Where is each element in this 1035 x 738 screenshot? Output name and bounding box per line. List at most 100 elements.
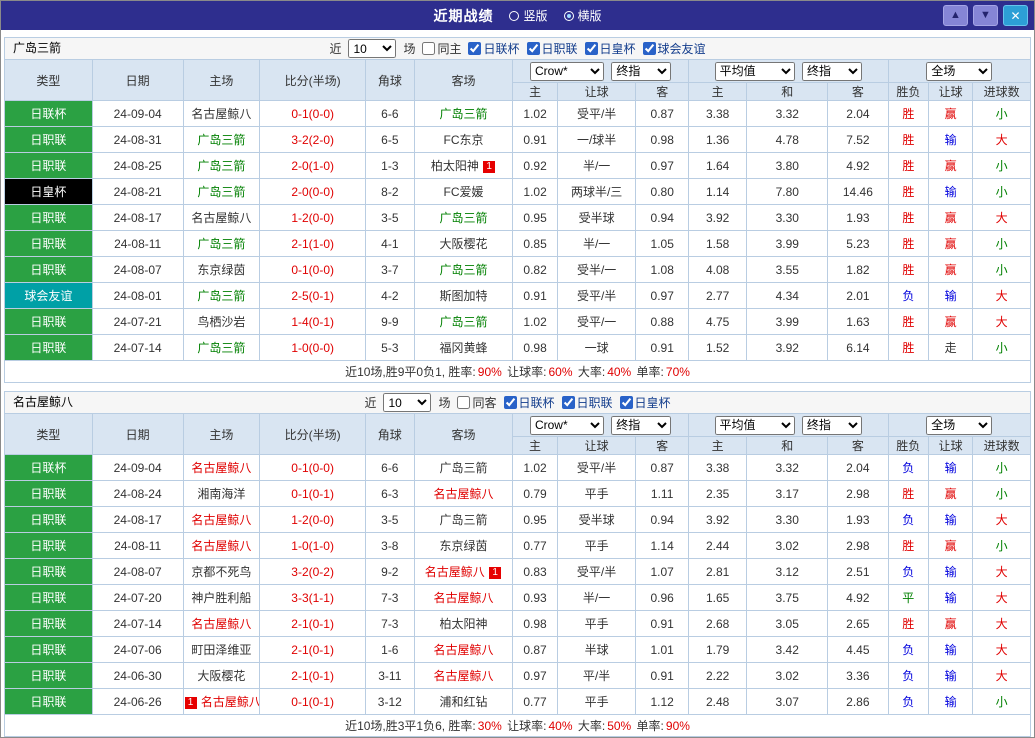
- euro-away-odds: 2.51: [827, 558, 889, 585]
- match-date: 24-08-11: [91, 532, 184, 559]
- asia-time-select[interactable]: 终指: [611, 61, 672, 81]
- euro-time-select[interactable]: 终指: [801, 61, 862, 81]
- away-team-name[interactable]: 名古屋鲸八: [433, 669, 493, 683]
- away-team-name[interactable]: 名古屋鲸八: [425, 565, 485, 579]
- home-team-name[interactable]: 名古屋鲸八: [191, 513, 251, 527]
- league-filter[interactable]: 日皇杯: [584, 40, 636, 57]
- home-team-name[interactable]: 广岛三箭: [197, 341, 245, 355]
- away-team-name[interactable]: 广岛三箭: [439, 461, 487, 475]
- euro-away-odds: 2.04: [827, 454, 889, 481]
- result-cell: 胜: [887, 334, 930, 361]
- home-team-name[interactable]: 广岛三箭: [197, 289, 245, 303]
- match-date: 24-06-30: [91, 662, 184, 689]
- home-team-name[interactable]: 鸟栖沙岩: [197, 315, 245, 329]
- home-team-name[interactable]: 广岛三箭: [197, 237, 245, 251]
- away-team-name[interactable]: 广岛三箭: [439, 513, 487, 527]
- away-team-name[interactable]: 斯图加特: [439, 289, 487, 303]
- league-filter-checkbox[interactable]: [503, 396, 517, 409]
- move-up-button[interactable]: ▲: [943, 5, 968, 26]
- home-team-name[interactable]: 名古屋鲸八: [191, 617, 251, 631]
- away-team-cell: FC爱媛: [413, 178, 514, 205]
- away-team-name[interactable]: 柏太阳神: [439, 617, 487, 631]
- home-team-cell: 大阪樱花: [182, 662, 261, 689]
- league-filter-checkbox[interactable]: [619, 396, 633, 409]
- away-team-name[interactable]: 广岛三箭: [439, 263, 487, 277]
- summary-text: 近10场,胜9平0负1, 胜率: 90% 让球率: 60% 大率: 40% 单率: 70…: [4, 360, 1031, 383]
- away-team-name[interactable]: 大阪樱花: [439, 237, 487, 251]
- home-team-name[interactable]: 广岛三箭: [197, 159, 245, 173]
- home-team-name[interactable]: 神户胜利船: [191, 591, 251, 605]
- home-team-name[interactable]: 名古屋鲸八: [201, 695, 259, 709]
- away-team-name[interactable]: 广岛三箭: [439, 315, 487, 329]
- home-team-name[interactable]: 湘南海洋: [197, 487, 245, 501]
- close-button[interactable]: ✕: [1003, 5, 1028, 26]
- league-filter[interactable]: 日联杯: [503, 394, 555, 411]
- league-filter-checkbox[interactable]: [584, 42, 598, 55]
- away-team-name[interactable]: 福冈黄蜂: [439, 341, 487, 355]
- home-team-name[interactable]: 町田泽维亚: [191, 643, 251, 657]
- away-team-name[interactable]: 名古屋鲸八: [433, 591, 493, 605]
- scope-select[interactable]: 全场: [926, 61, 993, 81]
- match-score: 0-1(0-1): [259, 480, 367, 507]
- home-team-name[interactable]: 东京绿茵: [197, 263, 245, 277]
- league-filter[interactable]: 日职联: [561, 394, 613, 411]
- same-side-filter[interactable]: 同主: [422, 40, 461, 57]
- match-date: 24-08-25: [91, 152, 184, 179]
- euro-time-select[interactable]: 终指: [801, 415, 862, 435]
- corner-score: 7-3: [365, 610, 415, 637]
- away-team-name[interactable]: 浦和红钻: [439, 695, 487, 709]
- away-team-name[interactable]: FC爱媛: [443, 185, 483, 199]
- away-team-name[interactable]: 名古屋鲸八: [433, 643, 493, 657]
- league-filter-checkbox[interactable]: [642, 42, 656, 55]
- layout-radio-vertical[interactable]: 竖版: [509, 7, 548, 24]
- league-filter-checkbox[interactable]: [468, 42, 482, 55]
- away-team-name[interactable]: 柏太阳神: [431, 159, 479, 173]
- asia-handicap: 受平/半: [556, 454, 637, 481]
- asia-away-odds: 1.08: [635, 256, 689, 283]
- home-team-cell: 町田泽维亚: [182, 636, 261, 663]
- home-team-name[interactable]: 名古屋鲸八: [191, 539, 251, 553]
- home-team-name[interactable]: 名古屋鲸八: [191, 211, 251, 225]
- euro-away-odds: 2.04: [827, 100, 889, 127]
- layout-radio-horizontal[interactable]: 横版: [563, 7, 602, 24]
- match-row: 日职联 24-07-14 广岛三箭 1-0(0-0) 5-3 福冈黄蜂 0.98…: [4, 334, 1031, 361]
- euro-average-select[interactable]: 平均值: [714, 61, 795, 81]
- league-filter[interactable]: 日皇杯: [619, 394, 671, 411]
- away-team-name[interactable]: 名古屋鲸八: [433, 487, 493, 501]
- goals-result-cell: 大: [972, 662, 1031, 689]
- asia-time-select[interactable]: 终指: [611, 415, 672, 435]
- result-cell: 负: [887, 558, 929, 585]
- euro-average-select[interactable]: 平均值: [714, 415, 795, 435]
- corner-score: 3-5: [365, 506, 415, 533]
- away-team-name[interactable]: 广岛三箭: [439, 211, 487, 225]
- goals-result-cell: 大: [972, 506, 1031, 533]
- league-filter-checkbox[interactable]: [526, 42, 540, 55]
- asia-company-select[interactable]: Crow*: [529, 415, 604, 435]
- league-filter[interactable]: 日联杯: [468, 40, 520, 57]
- home-team-cell: 广岛三箭: [182, 230, 261, 257]
- asia-company-select[interactable]: Crow*: [530, 61, 604, 81]
- league-filter-checkbox[interactable]: [561, 396, 575, 409]
- scope-select[interactable]: 全场: [926, 415, 993, 435]
- summary-row: 近10场,胜9平0负1, 胜率: 90% 让球率: 60% 大率: 40% 单率: 70…: [4, 360, 1031, 383]
- same-side-filter[interactable]: 同客: [457, 394, 497, 411]
- league-filter[interactable]: 日职联: [526, 40, 578, 57]
- move-down-button[interactable]: ▼: [973, 5, 998, 26]
- home-team-name[interactable]: 名古屋鲸八: [191, 107, 251, 121]
- away-team-name[interactable]: FC东京: [443, 133, 483, 147]
- asia-home-odds: 0.98: [512, 334, 558, 361]
- home-team-name[interactable]: 大阪樱花: [197, 669, 245, 683]
- home-team-name[interactable]: 广岛三箭: [197, 133, 245, 147]
- away-team-name[interactable]: 东京绿茵: [439, 539, 487, 553]
- same-side-checkbox[interactable]: [422, 42, 436, 55]
- home-team-name[interactable]: 名古屋鲸八: [191, 461, 251, 475]
- euro-home-odds: 2.81: [687, 558, 748, 585]
- euro-away-odds: 2.98: [827, 480, 889, 507]
- recent-count-select[interactable]: 10: [383, 393, 432, 412]
- same-side-checkbox[interactable]: [457, 396, 471, 409]
- recent-count-select[interactable]: 10: [348, 39, 397, 58]
- home-team-name[interactable]: 京都不死鸟: [191, 565, 251, 579]
- away-team-name[interactable]: 广岛三箭: [439, 107, 487, 121]
- home-team-name[interactable]: 广岛三箭: [197, 185, 245, 199]
- league-filter[interactable]: 球会友谊: [642, 40, 706, 57]
